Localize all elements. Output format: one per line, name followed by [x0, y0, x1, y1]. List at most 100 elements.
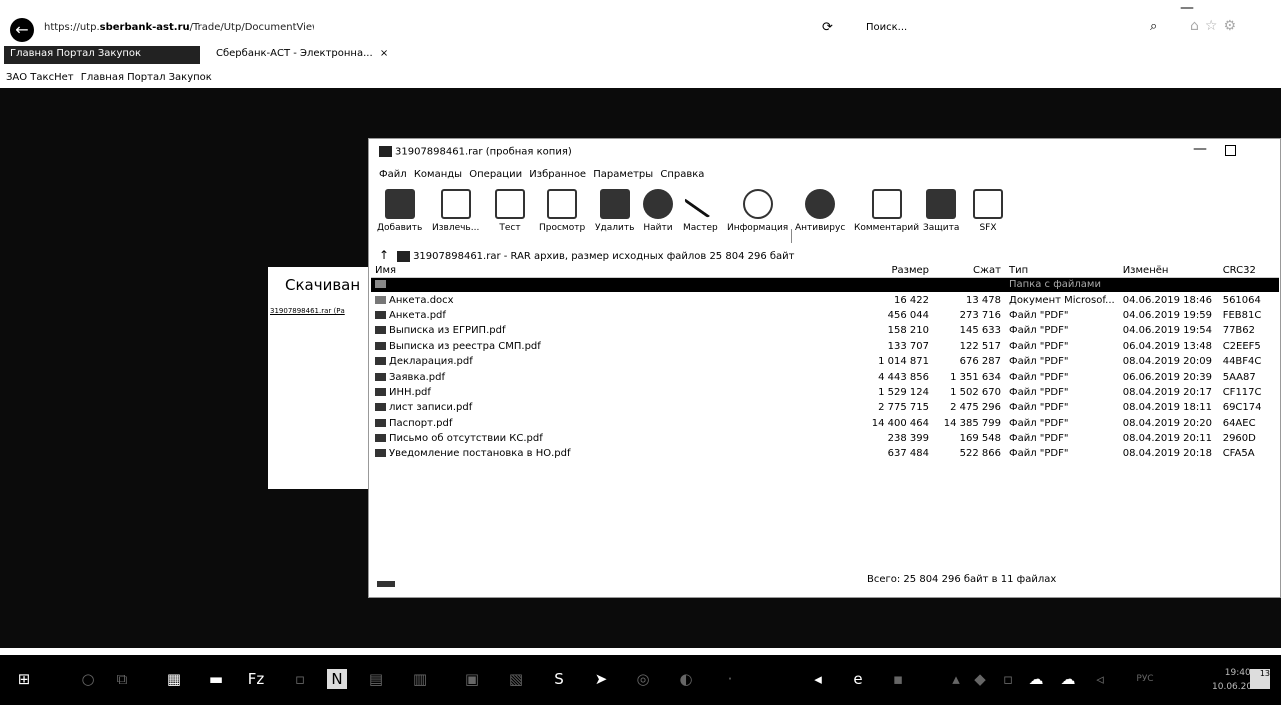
view-icon [547, 189, 578, 219]
network-icon[interactable]: ◆ [970, 669, 990, 689]
app-icon[interactable]: ▥ [410, 669, 430, 689]
browser-minimize-button[interactable]: — [1180, 0, 1194, 16]
app-icon[interactable]: · [720, 669, 740, 689]
comment-label: Комментарий [854, 223, 920, 233]
search-icon[interactable]: ⌕ [1150, 19, 1157, 34]
protect-button[interactable]: Защита [923, 189, 959, 233]
file-name: Заявка.pdf [389, 371, 446, 383]
volume-icon[interactable]: ◃ [1090, 669, 1110, 689]
app-icon[interactable]: ◂ [808, 669, 828, 689]
telegram-icon[interactable]: ➤ [591, 669, 611, 689]
add-button[interactable]: Добавить [377, 189, 422, 233]
table-row[interactable]: Выписка из ЕГРИП.pdf 158 210 145 633 Фай… [371, 323, 1279, 338]
col-size[interactable]: Размер [861, 264, 933, 278]
window-minimize-button[interactable]: — [1193, 141, 1207, 157]
address-bar[interactable]: https://utp.sberbank-ast.ru/Trade/Utp/Do… [44, 22, 314, 38]
extract-button[interactable]: Извлечь... [432, 189, 479, 233]
file-packed: 522 866 [959, 448, 1001, 460]
explorer-icon[interactable]: ▬ [206, 669, 226, 689]
file-crc: FEB81C [1222, 309, 1262, 321]
calculator-icon[interactable]: ▦ [164, 669, 184, 689]
col-packed[interactable]: Сжат [933, 264, 1005, 278]
app-icon[interactable]: ▫ [290, 669, 310, 689]
info-button[interactable]: Информация [727, 189, 788, 233]
window-maximize-button[interactable] [1225, 145, 1236, 156]
table-row[interactable]: Декларация.pdf 1 014 871 676 287 Файл "P… [371, 354, 1279, 369]
col-name[interactable]: Имя [371, 264, 861, 278]
menu-help[interactable]: Справка [660, 169, 704, 180]
app-icon[interactable]: ◐ [676, 669, 696, 689]
file-type: Файл "PDF" [1009, 433, 1069, 445]
menu-file[interactable]: Файл [379, 169, 407, 180]
table-row[interactable]: Паспорт.pdf 14 400 464 14 385 799 Файл "… [371, 416, 1279, 431]
parent-folder-row[interactable]: Папка с файлами [371, 277, 1279, 293]
search-icon[interactable]: ○ [78, 669, 98, 689]
skype-icon[interactable]: S [549, 669, 569, 689]
onenote-icon[interactable]: N [327, 669, 347, 689]
file-crc: 69C174 [1222, 402, 1262, 414]
col-type[interactable]: Тип [1005, 264, 1119, 278]
browser-toolbar-icons[interactable]: ⌂☆⚙ [1190, 18, 1242, 34]
tray-icon[interactable]: ▴ [946, 669, 966, 689]
favorite-portal[interactable]: Главная Портал Закупок [81, 72, 212, 83]
back-arrow-icon[interactable]: ← [10, 18, 34, 42]
table-row[interactable]: Уведомление постановка в НО.pdf 637 484 … [371, 446, 1279, 461]
comment-button[interactable]: Комментарий [854, 189, 919, 233]
task-view-icon[interactable]: ⧉ [112, 669, 132, 689]
table-row[interactable]: Анкета.docx 16 422 13 478 Документ Micro… [371, 292, 1279, 307]
language-indicator[interactable]: РУС [1130, 669, 1160, 689]
table-row[interactable]: Заявка.pdf 4 443 856 1 351 634 Файл "PDF… [371, 369, 1279, 384]
menu-favorites[interactable]: Избранное [529, 169, 586, 180]
file-size: 158 210 [887, 325, 929, 337]
app-icon[interactable]: ◎ [633, 669, 653, 689]
file-size: 4 443 856 [878, 371, 929, 383]
antivirus-button[interactable]: Антивирус [795, 189, 845, 233]
windows-start-icon[interactable]: ⊞ [14, 669, 34, 689]
view-button[interactable]: Просмотр [539, 189, 585, 233]
menu-commands[interactable]: Команды [414, 169, 462, 180]
menu-operations[interactable]: Операции [469, 169, 522, 180]
delete-label: Удалить [595, 223, 635, 233]
table-row[interactable]: Выписка из реестра СМП.pdf 133 707 122 5… [371, 339, 1279, 354]
refresh-icon[interactable]: ⟳ [822, 20, 833, 35]
delete-button[interactable]: Удалить [595, 189, 634, 233]
tray-icon[interactable]: ▫ [998, 669, 1018, 689]
app-icon[interactable]: ▤ [366, 669, 386, 689]
test-button[interactable]: Тест [495, 189, 525, 233]
status-drive-icon[interactable] [377, 581, 395, 587]
onedrive-icon[interactable]: ☁ [1058, 669, 1078, 689]
menu-options[interactable]: Параметры [593, 169, 653, 180]
app-icon[interactable]: ▧ [506, 669, 526, 689]
table-row[interactable]: Анкета.pdf 456 044 273 716 Файл "PDF" 04… [371, 308, 1279, 323]
up-arrow-icon[interactable]: ↑ [379, 248, 389, 262]
app-icon[interactable]: ▪ [888, 669, 908, 689]
tab-sberbank-ast[interactable]: Сбербанк-АСТ - Электронна... × [210, 46, 400, 64]
find-button[interactable]: Найти [643, 189, 673, 233]
sfx-button[interactable]: SFX [973, 189, 1003, 233]
favorite-taksnet[interactable]: ЗАО ТаксНет [6, 72, 74, 83]
col-modified[interactable]: Изменён [1118, 264, 1219, 278]
download-file-link[interactable]: 31907898461.rar (Ра [270, 307, 345, 315]
sfx-icon [973, 189, 1003, 219]
search-input[interactable]: Поиск... [866, 22, 1156, 38]
wizard-button[interactable]: Мастер [683, 189, 718, 233]
status-bar: Всего: 25 804 296 байт в 11 файлах [867, 574, 1057, 585]
favorites-bar: ЗАО ТаксНет Главная Портал Закупок [6, 72, 216, 83]
close-icon[interactable]: × [380, 48, 388, 59]
table-row[interactable]: ИНН.pdf 1 529 124 1 502 670 Файл "PDF" 0… [371, 385, 1279, 400]
table-row[interactable]: Письмо об отсутствии КС.pdf 238 399 169 … [371, 431, 1279, 446]
notification-center-icon[interactable]: 13 [1250, 669, 1270, 689]
onedrive-icon[interactable]: ☁ [1026, 669, 1046, 689]
filezilla-icon[interactable]: Fz [246, 669, 266, 689]
download-panel [268, 267, 378, 489]
ie-browser-icon[interactable]: e [848, 669, 868, 689]
parent-folder-type: Папка с файлами [1005, 277, 1119, 293]
app-icon[interactable]: ▣ [462, 669, 482, 689]
col-crc[interactable]: CRC32 [1218, 264, 1279, 278]
tab-portal[interactable]: Главная Портал Закупок [4, 46, 200, 64]
table-row[interactable]: лист записи.pdf 2 775 715 2 475 296 Файл… [371, 400, 1279, 415]
file-packed: 13 478 [966, 294, 1001, 306]
toolbar-separator [791, 229, 792, 243]
file-crc: 64AEC [1222, 417, 1256, 429]
file-packed: 2 475 296 [950, 402, 1001, 414]
